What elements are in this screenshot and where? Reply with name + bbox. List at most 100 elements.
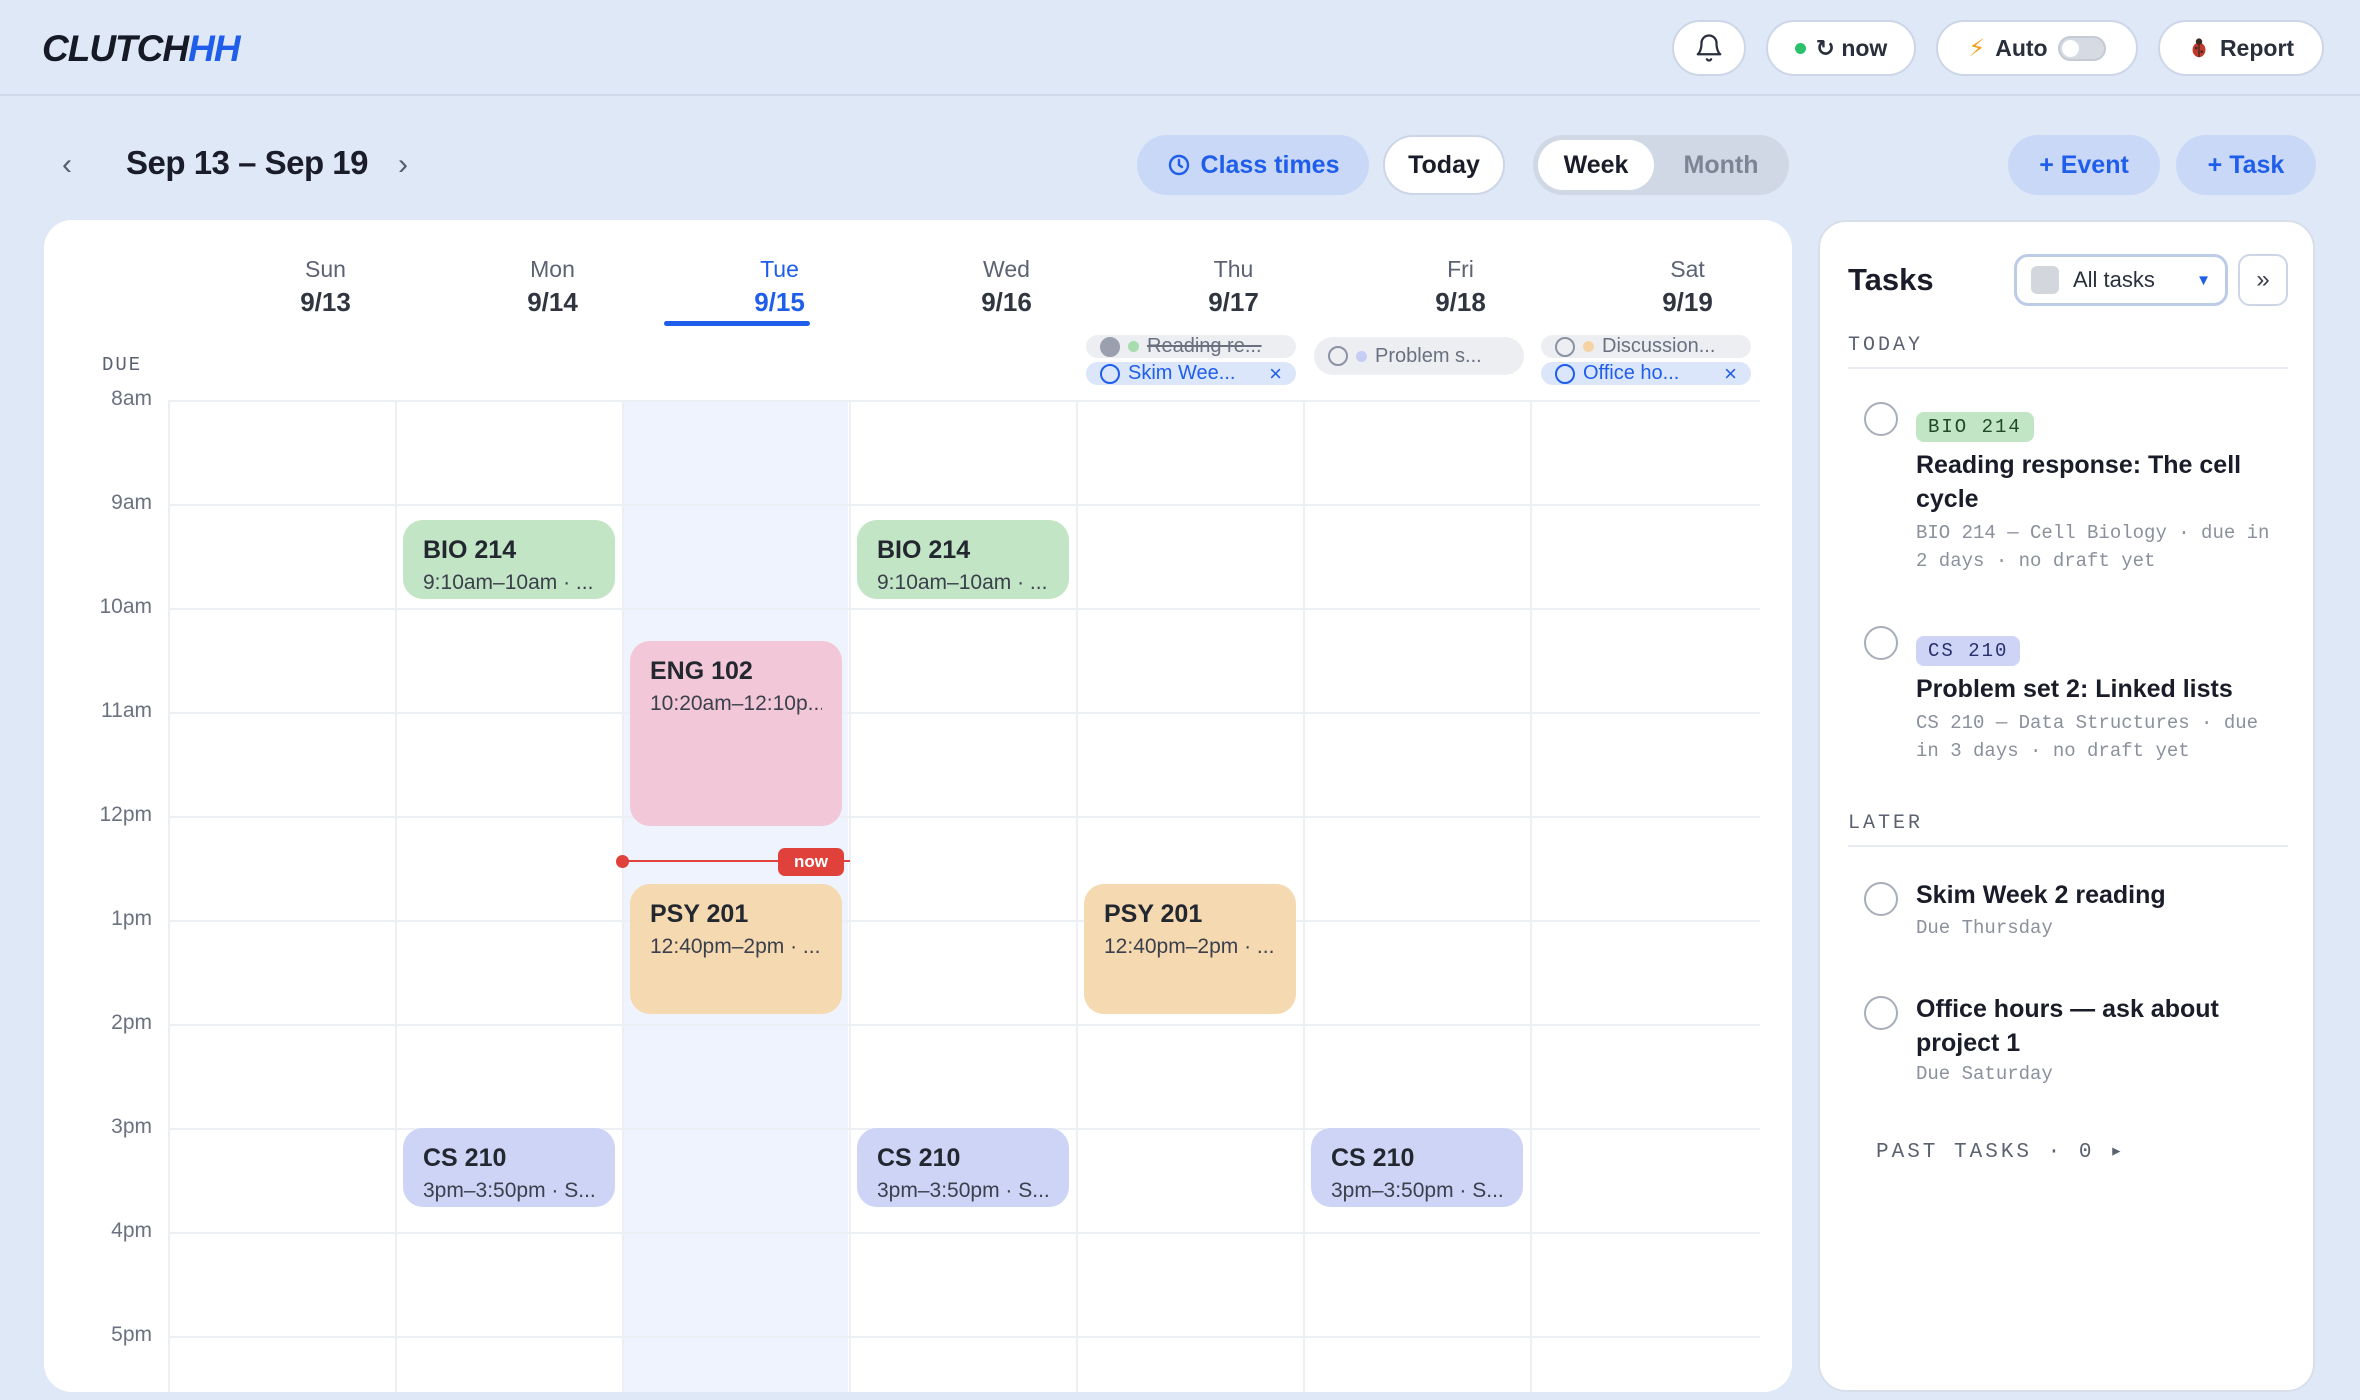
prev-week-button[interactable]: ‹	[62, 148, 72, 182]
hour-label: 1pm	[111, 907, 152, 930]
class-times-button[interactable]: Class times	[1137, 135, 1369, 195]
auto-toggle-button[interactable]: ⚡ Auto	[1936, 20, 2138, 76]
date-range-title: Sep 13 – Sep 19	[126, 144, 368, 181]
past-tasks-toggle[interactable]: PAST TASKS · 0 ▸	[1876, 1138, 2126, 1164]
due-chip[interactable]: Skim Wee... ×	[1086, 362, 1296, 385]
event-time: 3pm–3:50pm · S...	[1331, 1179, 1503, 1202]
checkbox-icon[interactable]	[1100, 363, 1120, 384]
task-title[interactable]: Skim Week 2 reading	[1916, 878, 2276, 912]
event-card[interactable]: CS 210 3pm–3:50pm · S...	[857, 1128, 1069, 1207]
checkbox-icon[interactable]	[1555, 336, 1575, 357]
event-title: BIO 214	[423, 536, 517, 564]
add-event-button[interactable]: + Event	[2008, 135, 2160, 195]
collapse-panel-button[interactable]: »	[2238, 254, 2288, 306]
chevron-down-icon: ▼	[2196, 271, 2211, 289]
month-view-button[interactable]: Month	[1663, 140, 1779, 190]
hour-label: 2pm	[111, 1011, 152, 1034]
day-date: 9/13	[300, 287, 351, 317]
class-times-label: Class times	[1200, 150, 1340, 179]
event-title: BIO 214	[877, 536, 971, 564]
task-checkbox[interactable]	[1864, 882, 1898, 916]
day-header-sun[interactable]: Sun 9/13	[212, 256, 439, 318]
sync-status-label: ↻ now	[1815, 34, 1888, 61]
next-week-button[interactable]: ›	[398, 148, 408, 182]
due-chip-label: Problem s...	[1375, 344, 1482, 367]
checkbox-icon[interactable]	[1328, 346, 1348, 366]
hour-label: 11am	[101, 699, 152, 722]
day-header-mon[interactable]: Mon 9/14	[439, 256, 666, 318]
today-indicator	[664, 321, 810, 326]
status-dot	[1794, 42, 1806, 54]
event-card[interactable]: PSY 201 12:40pm–2pm · ...	[1084, 884, 1296, 1014]
filter-color-swatch	[2031, 266, 2059, 294]
week-view-button[interactable]: Week	[1538, 140, 1654, 190]
add-task-button[interactable]: + Task	[2176, 135, 2316, 195]
due-chip[interactable]: Discussion...	[1541, 335, 1751, 358]
due-chip[interactable]: Problem s...	[1314, 337, 1524, 375]
lightning-icon: ⚡	[1968, 34, 1986, 62]
event-card[interactable]: BIO 214 9:10am–10am · ...	[857, 520, 1069, 599]
task-title[interactable]: Problem set 2: Linked lists	[1916, 672, 2276, 706]
task-title[interactable]: Office hours — ask about project 1	[1916, 992, 2276, 1060]
day-date: 9/16	[981, 287, 1032, 317]
day-date: 9/14	[527, 287, 578, 317]
app-logo[interactable]: CLUTCHHH	[42, 28, 241, 70]
task-checkbox[interactable]	[1864, 626, 1898, 660]
event-card[interactable]: PSY 201 12:40pm–2pm · ...	[630, 884, 842, 1014]
event-title: CS 210	[423, 1144, 507, 1172]
event-card[interactable]: CS 210 3pm–3:50pm · S...	[1311, 1128, 1523, 1207]
task-meta: CS 210 — Data Structures · due in 3 days…	[1916, 712, 2259, 762]
hour-line	[168, 504, 1760, 506]
course-dot	[1128, 341, 1139, 352]
logo-text: CLUTCH	[42, 28, 189, 69]
notifications-button[interactable]	[1672, 20, 1746, 76]
day-header-wed[interactable]: Wed 9/16	[893, 256, 1120, 318]
event-title: ENG 102	[650, 657, 753, 685]
hour-label: 10am	[99, 595, 152, 618]
column-divider	[622, 400, 624, 1392]
sync-status-button[interactable]: ↻ now	[1766, 20, 1916, 76]
day-header-thu[interactable]: Thu 9/17	[1120, 256, 1347, 318]
bug-icon	[2192, 38, 2206, 58]
due-chip-label: Skim Wee...	[1128, 362, 1236, 384]
report-button[interactable]: Report	[2158, 20, 2324, 76]
hour-line	[168, 920, 1760, 922]
event-card[interactable]: CS 210 3pm–3:50pm · S...	[403, 1128, 615, 1207]
report-label: Report	[2219, 34, 2295, 61]
event-title: CS 210	[1331, 1144, 1415, 1172]
day-header-fri[interactable]: Fri 9/18	[1347, 256, 1574, 318]
hour-label: 9am	[111, 491, 152, 514]
now-badge: now	[778, 848, 844, 876]
task-title[interactable]: Reading response: The cell cycle	[1916, 448, 2276, 516]
bell-icon	[1696, 34, 1722, 62]
event-time: 12:40pm–2pm · ...	[1104, 935, 1275, 958]
hour-label: 12pm	[99, 803, 152, 826]
logo-accent: H	[188, 28, 215, 69]
due-chip[interactable]: Reading re...	[1086, 335, 1296, 358]
course-dot	[1583, 341, 1594, 352]
today-button[interactable]: Today	[1383, 135, 1505, 195]
hour-line	[168, 608, 1760, 610]
event-card[interactable]: ENG 102 10:20am–12:10p...	[630, 641, 842, 826]
section-header-later: LATER	[1848, 812, 2288, 847]
task-checkbox[interactable]	[1864, 996, 1898, 1030]
section-header-today: TODAY	[1848, 334, 2288, 369]
time-grid[interactable]: 8am 9am 10am 11am 12pm 1pm 2pm 3pm 4pm 5…	[44, 387, 1792, 1392]
day-name: Sat	[1670, 256, 1705, 282]
auto-switch[interactable]	[2057, 35, 2106, 61]
week-calendar: Sun 9/13 Mon 9/14 Tue 9/15 Wed 9/16 Thu 9/17 …	[44, 220, 1792, 1392]
day-header-tue[interactable]: Tue 9/15	[666, 256, 893, 318]
due-chip[interactable]: Office ho... ×	[1541, 362, 1751, 385]
close-icon[interactable]: ×	[1724, 362, 1737, 385]
task-filter-select[interactable]: All tasks ▼	[2014, 254, 2228, 306]
day-header-sat[interactable]: Sat 9/19	[1574, 256, 1792, 318]
task-checkbox[interactable]	[1864, 402, 1898, 436]
close-icon[interactable]: ×	[1269, 362, 1282, 385]
clock-icon	[1168, 154, 1189, 176]
checkbox-icon[interactable]	[1555, 363, 1575, 384]
day-name: Mon	[530, 256, 575, 282]
event-time: 10:20am–12:10p...	[650, 692, 822, 715]
course-tag: CS 210	[1916, 636, 2021, 666]
event-card[interactable]: BIO 214 9:10am–10am · ...	[403, 520, 615, 599]
checkbox-icon[interactable]	[1100, 336, 1120, 357]
